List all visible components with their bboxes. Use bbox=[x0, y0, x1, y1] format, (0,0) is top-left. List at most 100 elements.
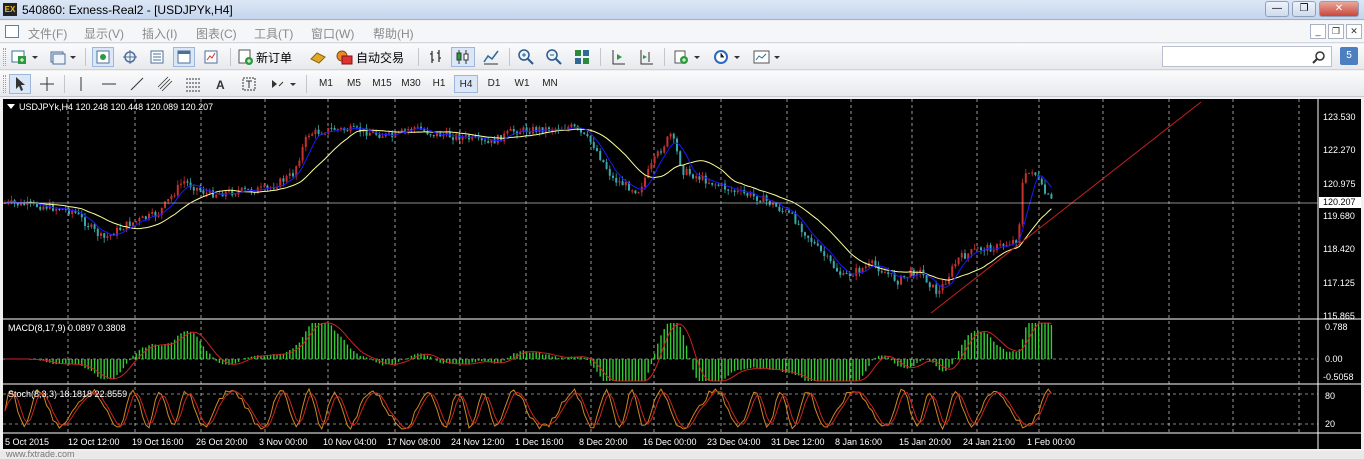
candle-body bbox=[1034, 172, 1037, 175]
chart-window[interactable]: USDJPYk,H4 120.248 120.448 120.089 120.2… bbox=[3, 99, 1361, 449]
mdi-minimize-button[interactable]: _ bbox=[1310, 24, 1326, 39]
candle-body bbox=[775, 203, 778, 207]
timeframe-mn[interactable]: MN bbox=[538, 75, 562, 93]
data-window-icon[interactable] bbox=[119, 47, 141, 67]
mdi-restore-button[interactable]: ❐ bbox=[1328, 24, 1344, 39]
new-order-button[interactable]: 新订单 bbox=[236, 47, 302, 67]
candle-body bbox=[458, 134, 461, 140]
menu-tools[interactable]: 工具(T) bbox=[254, 25, 293, 42]
community-button[interactable]: 5 bbox=[1340, 47, 1358, 65]
mdi-close-button[interactable]: ✕ bbox=[1346, 24, 1362, 39]
candle-body bbox=[666, 136, 669, 147]
candle-body bbox=[925, 275, 928, 283]
auto-scroll-icon[interactable] bbox=[606, 47, 630, 67]
time-tick: 24 Jan 21:00 bbox=[963, 437, 1015, 447]
menu-help[interactable]: 帮助(H) bbox=[373, 25, 414, 42]
candle-body bbox=[970, 249, 973, 254]
candle-body bbox=[599, 151, 602, 160]
menu-window[interactable]: 窗口(W) bbox=[311, 25, 354, 42]
timeframe-d1[interactable]: D1 bbox=[483, 75, 505, 93]
trendline-icon[interactable] bbox=[126, 74, 148, 94]
price-chart[interactable]: USDJPYk,H4 120.248 120.448 120.089 120.2… bbox=[3, 99, 1361, 449]
timeframe-m15[interactable]: M15 bbox=[369, 75, 395, 93]
candlestick-chart-icon[interactable] bbox=[451, 47, 475, 67]
candle-body bbox=[845, 273, 848, 275]
candle-body bbox=[624, 181, 627, 186]
candle-body bbox=[602, 159, 605, 163]
chart-window-icon[interactable] bbox=[5, 25, 19, 38]
text-icon[interactable]: A bbox=[210, 74, 232, 94]
candle-body bbox=[196, 187, 198, 191]
time-tick: 26 Oct 20:00 bbox=[196, 437, 248, 447]
indicators-icon[interactable] bbox=[670, 47, 704, 67]
menu-view[interactable]: 显示(V) bbox=[84, 25, 124, 42]
timeframe-h1[interactable]: H1 bbox=[428, 75, 450, 93]
candle-body bbox=[452, 137, 454, 140]
zoom-out-icon[interactable] bbox=[542, 47, 566, 67]
timeframe-h4[interactable]: H4 bbox=[454, 75, 478, 93]
candle-body bbox=[804, 232, 806, 236]
metaeditor-icon[interactable] bbox=[306, 47, 330, 67]
toolbar-grip[interactable] bbox=[3, 48, 6, 66]
candle-body bbox=[778, 206, 781, 211]
strategy-tester-icon[interactable] bbox=[200, 47, 222, 67]
candle-body bbox=[285, 176, 288, 182]
templates-icon[interactable] bbox=[750, 47, 784, 67]
market-watch-icon[interactable] bbox=[92, 47, 114, 67]
maximize-button[interactable]: ❐ bbox=[1292, 1, 1316, 17]
menu-insert[interactable]: 插入(I) bbox=[142, 25, 177, 42]
timeframe-w1[interactable]: W1 bbox=[510, 75, 534, 93]
bar-chart-icon[interactable] bbox=[424, 47, 448, 67]
vertical-line-icon[interactable] bbox=[70, 74, 92, 94]
standard-toolbar: 新订单 自动交易 5 bbox=[0, 44, 1364, 70]
candle-body bbox=[800, 223, 803, 233]
new-chart-icon[interactable] bbox=[9, 47, 41, 67]
minimize-button[interactable]: — bbox=[1265, 1, 1289, 17]
candle-body bbox=[356, 126, 358, 128]
candle-body bbox=[388, 132, 390, 134]
candle-body bbox=[644, 177, 646, 187]
menu-file[interactable]: 文件(F) bbox=[28, 25, 67, 42]
candle-body bbox=[304, 136, 307, 148]
price-tick: 120.975 bbox=[1323, 179, 1356, 189]
profiles-icon[interactable] bbox=[47, 47, 79, 67]
candle-body bbox=[1044, 184, 1046, 194]
candle-body bbox=[999, 244, 1002, 246]
periods-icon[interactable] bbox=[710, 47, 744, 67]
candle-body bbox=[39, 206, 42, 210]
candle-body bbox=[884, 272, 886, 274]
horizontal-line-icon[interactable] bbox=[98, 74, 120, 94]
candle-body bbox=[960, 253, 963, 258]
time-tick: 8 Dec 20:00 bbox=[579, 437, 628, 447]
crosshair-icon[interactable] bbox=[36, 74, 58, 94]
timeframe-m30[interactable]: M30 bbox=[397, 75, 425, 93]
cursor-icon[interactable] bbox=[9, 74, 31, 94]
candle-body bbox=[429, 134, 432, 136]
tile-windows-icon[interactable] bbox=[570, 47, 594, 67]
chart-shift-icon[interactable] bbox=[634, 47, 658, 67]
time-tick: 17 Nov 08:00 bbox=[387, 437, 441, 447]
equidistant-channel-icon[interactable] bbox=[154, 74, 176, 94]
arrows-icon[interactable] bbox=[266, 74, 300, 94]
timeframe-m5[interactable]: M5 bbox=[342, 75, 366, 93]
candle-body bbox=[714, 184, 717, 186]
candle-body bbox=[832, 261, 835, 268]
candle-body bbox=[487, 141, 490, 144]
search-input[interactable] bbox=[1162, 46, 1332, 67]
chart-menu-icon[interactable] bbox=[7, 104, 15, 109]
timeframe-m1[interactable]: M1 bbox=[314, 75, 338, 93]
candle-body bbox=[484, 140, 486, 142]
zoom-in-icon[interactable] bbox=[514, 47, 538, 67]
line-chart-icon[interactable] bbox=[479, 47, 503, 67]
fibonacci-icon[interactable] bbox=[182, 74, 204, 94]
price-tick: 122.270 bbox=[1323, 145, 1356, 155]
terminal-icon[interactable] bbox=[173, 47, 195, 67]
candle-body bbox=[637, 192, 640, 194]
close-button[interactable]: ✕ bbox=[1319, 1, 1359, 17]
navigator-icon[interactable] bbox=[146, 47, 168, 67]
menu-charts[interactable]: 图表(C) bbox=[196, 25, 237, 42]
auto-trading-button[interactable]: 自动交易 bbox=[334, 47, 412, 67]
text-label-icon[interactable] bbox=[238, 74, 260, 94]
candle-body bbox=[205, 192, 208, 194]
candle-body bbox=[16, 203, 19, 206]
